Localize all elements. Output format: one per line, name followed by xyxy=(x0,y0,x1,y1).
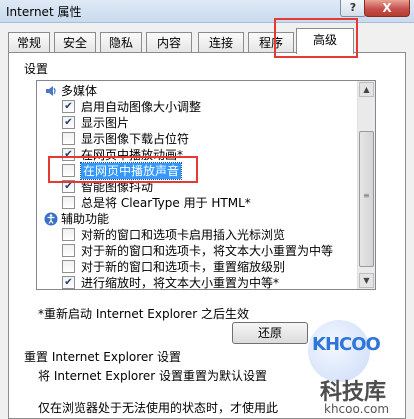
watermark-url: khcoo.com xyxy=(324,402,390,416)
group-multimedia: 多媒体 xyxy=(37,83,359,99)
setting-row[interactable]: 总是将 ClearType 用于 HTML* xyxy=(37,195,359,211)
tab-privacy[interactable]: 隐私 xyxy=(100,32,142,53)
restore-advanced-settings-button[interactable]: 还原 xyxy=(232,322,308,344)
setting-label: 显示图像下载占位符 xyxy=(81,132,190,146)
close-button[interactable]: X xyxy=(364,0,410,17)
settings-label: 设置 xyxy=(24,62,49,76)
setting-row[interactable]: 显示图像下载占位符 xyxy=(37,131,359,147)
setting-label: 总是将 ClearType 用于 HTML* xyxy=(81,196,251,210)
setting-label: 显示图片 xyxy=(81,116,130,130)
group-label: 多媒体 xyxy=(61,84,98,98)
tab-security[interactable]: 安全 xyxy=(54,32,96,53)
setting-row[interactable]: 对于新的窗口和选项卡，重置缩放级别 xyxy=(37,259,359,275)
advanced-tab-highlight-box xyxy=(274,18,358,58)
reset-note: 仅在浏览器处于无法使用的状态时，才使用此 xyxy=(38,401,279,415)
restart-note: *重新启动 Internet Explorer 之后生效 xyxy=(38,307,250,321)
settings-list[interactable]: 多媒体 ✔ 启用自动图像大小调整 ✔ 显示图片 显示图像下载占位符 ✔ 在网页中… xyxy=(36,80,376,290)
window-title: Internet 属性 xyxy=(6,5,82,19)
setting-label: 对于新的窗口和选项卡，将文本大小重置为中等 xyxy=(81,244,334,258)
checkbox[interactable] xyxy=(62,260,75,273)
watermark: KHCOO 科技库 khcoo.com xyxy=(300,320,412,416)
accessibility-icon xyxy=(44,212,58,226)
sound-row-highlight-box xyxy=(48,156,198,183)
checkbox[interactable] xyxy=(62,228,75,241)
checkbox[interactable] xyxy=(62,196,75,209)
setting-label: 启用自动图像大小调整 xyxy=(81,100,202,114)
reset-description: 将 Internet Explorer 设置重置为默认设置 xyxy=(38,369,268,383)
scroll-down-button[interactable]: ▼ xyxy=(359,273,374,288)
checkbox[interactable] xyxy=(62,244,75,257)
multimedia-icon xyxy=(46,86,56,96)
setting-row[interactable]: ✔ 显示图片 xyxy=(37,115,359,131)
setting-label: 对于新的窗口和选项卡，重置缩放级别 xyxy=(81,260,286,274)
grip-icon: ≡ xyxy=(363,191,370,200)
setting-label: 对新的窗口和选项卡启用插入光标浏览 xyxy=(81,228,286,242)
tab-connections[interactable]: 连接 xyxy=(198,32,244,53)
checkbox[interactable]: ✔ xyxy=(62,116,75,129)
checkbox[interactable]: ✔ xyxy=(62,276,75,289)
scroll-up-button[interactable]: ▲ xyxy=(359,82,374,97)
tab-content[interactable]: 内容 xyxy=(146,32,192,53)
setting-row[interactable]: ✔ 启用自动图像大小调整 xyxy=(37,99,359,115)
setting-row[interactable]: ✔ 进行缩放时，将文本大小重置为中等* xyxy=(37,275,359,290)
setting-row[interactable]: 对于新的窗口和选项卡，将文本大小重置为中等 xyxy=(37,243,359,259)
setting-row[interactable]: 对新的窗口和选项卡启用插入光标浏览 xyxy=(37,227,359,243)
vertical-scrollbar[interactable]: ▲ ≡ ▼ xyxy=(357,81,375,289)
help-button[interactable]: ? xyxy=(340,0,366,17)
checkbox[interactable]: ✔ xyxy=(62,100,75,113)
scroll-thumb[interactable]: ≡ xyxy=(359,131,374,267)
tab-general[interactable]: 常规 xyxy=(8,32,50,53)
reset-group-label: 重置 Internet Explorer 设置 xyxy=(24,350,182,364)
checkbox[interactable] xyxy=(62,132,75,145)
watermark-logo-text: KHCOO xyxy=(312,334,381,355)
group-label: 辅助功能 xyxy=(61,212,110,226)
setting-label: 进行缩放时，将文本大小重置为中等* xyxy=(81,276,280,290)
group-accessibility: 辅助功能 xyxy=(37,211,359,227)
